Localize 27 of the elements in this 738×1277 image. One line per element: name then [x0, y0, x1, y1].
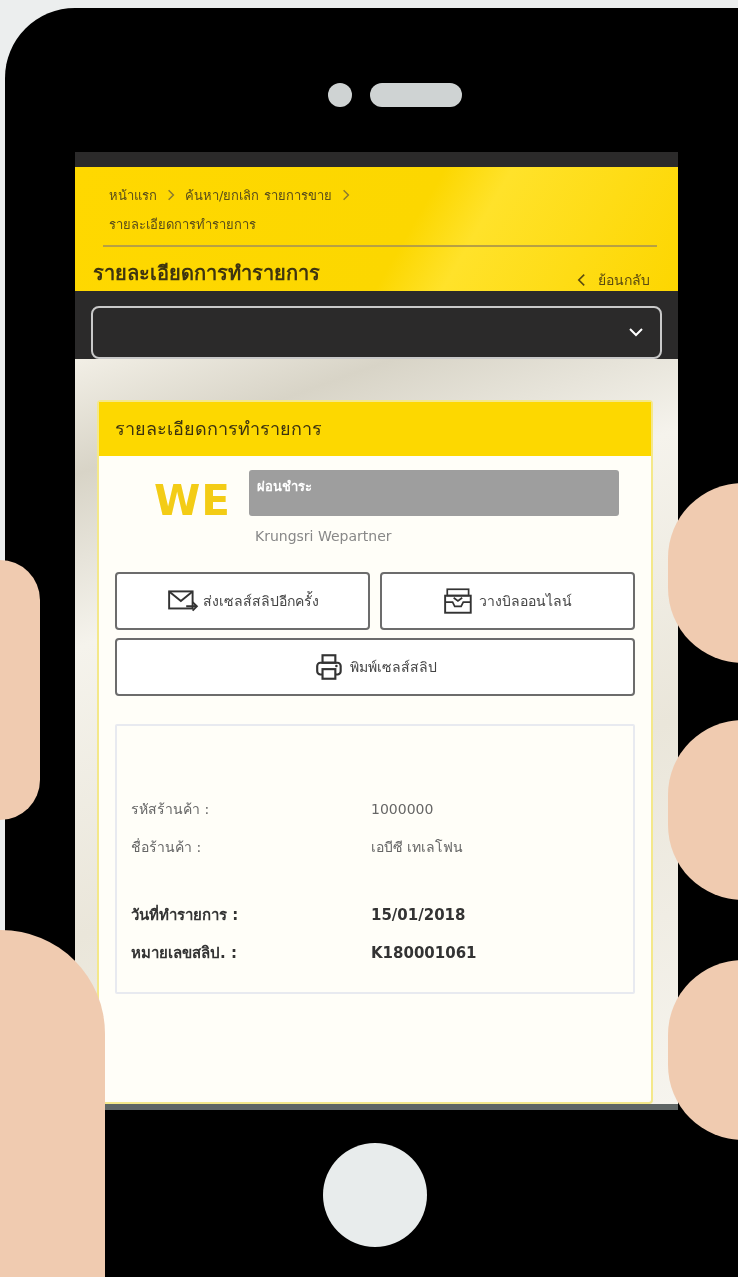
dropdown-field[interactable] [91, 305, 662, 359]
page-title: รายละเอียดการทำรายการ [93, 259, 320, 287]
field-label: รหัสร้านค้า : [131, 799, 211, 819]
field-label: ชื่อร้านค้า : [131, 837, 203, 857]
tray-icon [443, 586, 475, 615]
field-value: 15/01/2018 [371, 905, 466, 924]
back-button[interactable]: ย้อนกลับ [577, 254, 650, 291]
card-header: รายละเอียดการทำรายการ [99, 401, 651, 456]
chevron-right-icon [341, 189, 350, 202]
merchant-brand: Krungsri Wepartner [254, 526, 393, 544]
field-value: 1000000 [371, 800, 434, 817]
chevron-down-icon [628, 327, 644, 338]
field-value: K180001061 [371, 943, 477, 962]
brand-logo: WE [152, 474, 232, 527]
payment-type-badge: ผ่อนชำระ [249, 469, 619, 516]
action-button[interactable]: วางบิลออนไลน์ [380, 571, 635, 630]
breadcrumb-link[interactable]: รายละเอียดการทำรายการ [109, 213, 657, 235]
breadcrumb-link[interactable]: หน้าแรก [109, 184, 157, 206]
chevron-left-icon [577, 272, 586, 287]
breadcrumb-link[interactable]: ค้นหา/ยกเลิก รายการขาย [185, 184, 332, 206]
camera-dot [328, 83, 352, 107]
chevron-right-icon [167, 189, 175, 202]
action-button[interactable]: พิมพ์เซลส์สลิป [115, 637, 635, 696]
field-value: เอบีซี เทเลโฟน [371, 837, 464, 857]
field-label: วันที่ทำรายการ : [131, 903, 240, 926]
field-label: หมายเลขสลิป. : [131, 942, 238, 964]
action-button[interactable]: ส่งเซลส์สลิปอีกครั้ง [115, 571, 370, 630]
